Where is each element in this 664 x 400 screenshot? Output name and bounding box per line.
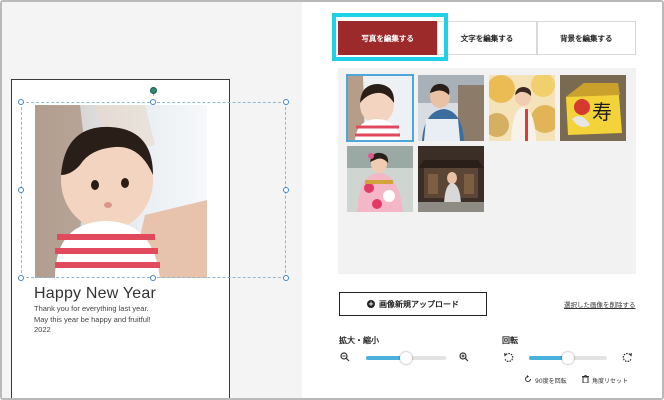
upload-button-label: 画像新規アップロード bbox=[379, 299, 459, 309]
gallery-thumb[interactable] bbox=[347, 146, 413, 212]
upload-new-image-button[interactable]: + 画像新規アップロード bbox=[339, 292, 487, 316]
resize-handle-bottom[interactable] bbox=[150, 275, 156, 281]
delete-selected-image-link[interactable]: 選択した画像を削除する bbox=[564, 299, 636, 309]
resize-handle-bottom-left[interactable] bbox=[18, 275, 24, 281]
reset-angle-label: 角度リセット bbox=[592, 377, 629, 385]
photo-baby-girl-icon bbox=[347, 75, 413, 141]
card-title[interactable]: Happy New Year bbox=[34, 285, 156, 303]
zoom-out-icon[interactable] bbox=[340, 352, 350, 365]
rotate-slider-knob[interactable] bbox=[562, 352, 574, 364]
resize-handle-top[interactable] bbox=[150, 99, 156, 105]
photo-girl-kimono-icon bbox=[347, 146, 413, 212]
card-message-line: May this year be happy and fruitful! bbox=[34, 314, 151, 324]
photo-family-shrine-icon bbox=[418, 146, 484, 212]
gallery-thumb[interactable] bbox=[489, 75, 555, 141]
rotate-90-icon bbox=[524, 375, 532, 385]
gallery-thumb[interactable] bbox=[418, 146, 484, 212]
app-frame: Happy New Year Thank you for everything … bbox=[0, 0, 664, 400]
resize-handle-left[interactable] bbox=[18, 187, 24, 193]
gallery-thumb[interactable] bbox=[346, 74, 414, 142]
photo-ema-tiger-icon: 寿 bbox=[560, 75, 626, 141]
resize-handle-bottom-right[interactable] bbox=[283, 275, 289, 281]
zoom-in-icon[interactable] bbox=[459, 352, 469, 365]
tab-edit-background[interactable]: 背景を編集する bbox=[536, 21, 636, 55]
gallery-thumb[interactable] bbox=[418, 75, 484, 141]
zoom-slider-knob[interactable] bbox=[400, 352, 412, 364]
rotate-right-icon[interactable] bbox=[622, 352, 633, 366]
resize-handle-right[interactable] bbox=[283, 187, 289, 193]
svg-text:寿: 寿 bbox=[592, 100, 612, 124]
active-tab-highlight bbox=[332, 13, 448, 61]
photo-gallery: 寿 bbox=[338, 68, 636, 274]
card-message[interactable]: Thank you for everything last year. May … bbox=[34, 304, 151, 336]
zoom-slider[interactable] bbox=[366, 352, 446, 364]
reset-angle-button[interactable]: 角度リセット bbox=[582, 375, 628, 385]
rotate-90-button[interactable]: 90度を回転 bbox=[524, 375, 567, 385]
rotate-90-label: 90度を回転 bbox=[535, 377, 567, 385]
preview-pane: Happy New Year Thank you for everything … bbox=[2, 2, 302, 398]
rotate-label: 回転 bbox=[502, 336, 518, 345]
zoom-label: 拡大・縮小 bbox=[339, 336, 379, 345]
card-message-line: Thank you for everything last year. bbox=[34, 304, 149, 313]
rotate-slider[interactable] bbox=[529, 352, 607, 364]
resize-handle-top-right[interactable] bbox=[283, 99, 289, 105]
photo-child-shrine-icon bbox=[418, 75, 484, 141]
edit-pane: 写真を編集する 文字を編集する 背景を編集する 寿 + 画像新規アップロード 選… bbox=[302, 2, 662, 398]
rotate-left-icon[interactable] bbox=[503, 352, 514, 366]
selection-box[interactable] bbox=[21, 102, 286, 278]
rotate-handle[interactable] bbox=[150, 87, 157, 94]
trash-icon bbox=[582, 375, 589, 385]
plus-circle-icon: + bbox=[367, 300, 375, 308]
card-year: 2022 bbox=[34, 325, 51, 334]
resize-handle-top-left[interactable] bbox=[18, 99, 24, 105]
tab-edit-text[interactable]: 文字を編集する bbox=[437, 21, 537, 55]
gallery-thumb[interactable]: 寿 bbox=[560, 75, 626, 141]
photo-child-autumn-icon bbox=[489, 75, 555, 141]
